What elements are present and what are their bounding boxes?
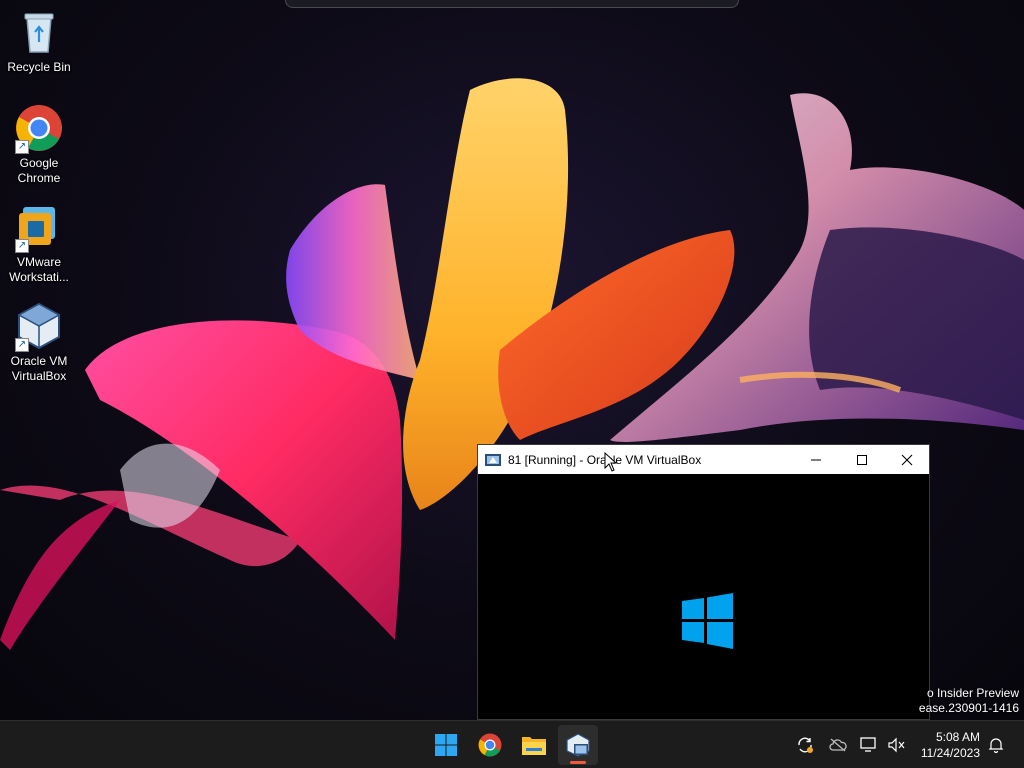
- desktop-icon-label-line1: VMware: [16, 255, 61, 269]
- window-titlebar[interactable]: 81 [Running] - Oracle VM VirtualBox: [478, 445, 929, 474]
- desktop-icon-label-line1: Oracle VM: [10, 354, 68, 368]
- chrome-icon: ↗: [15, 104, 63, 154]
- clock-time: 5:08 AM: [935, 730, 980, 744]
- windows-logo-icon: [682, 593, 733, 649]
- desktop-icon-label-line2: Chrome: [17, 171, 61, 185]
- maximize-button[interactable]: [839, 445, 885, 474]
- desktop-icon-label: Recycle Bin: [7, 60, 71, 74]
- recycle-bin-icon: [15, 8, 63, 56]
- taskbar-chrome-button[interactable]: [470, 725, 510, 765]
- onedrive-offline-icon[interactable]: [829, 736, 847, 754]
- virtualbox-vm-icon: [566, 733, 590, 757]
- build-watermark-line1: o Insider Preview: [926, 686, 1019, 700]
- virtualbox-vm-icon: [485, 453, 501, 466]
- shortcut-arrow-icon: ↗: [15, 338, 29, 352]
- close-button[interactable]: [884, 445, 930, 474]
- taskbar-virtualbox-vm-button[interactable]: [558, 725, 598, 765]
- desktop-icon-label-line1: Google: [19, 156, 59, 170]
- desktop-icon-oracle-vm-virtualbox[interactable]: ↗ Oracle VM VirtualBox: [2, 302, 76, 384]
- clock[interactable]: 5:08 AM 11/24/2023: [910, 729, 980, 761]
- desktop-icon-recycle-bin[interactable]: Recycle Bin: [2, 8, 76, 75]
- shortcut-arrow-icon: ↗: [15, 239, 29, 253]
- desktop-icon-google-chrome[interactable]: ↗ Google Chrome: [2, 104, 76, 186]
- close-icon: [901, 454, 913, 465]
- volume-muted-icon[interactable]: [887, 736, 905, 754]
- maximize-icon: [857, 454, 867, 465]
- windows-start-icon: [435, 734, 457, 756]
- desktop-icon-vmware-workstation[interactable]: ↗ VMware Workstati...: [2, 203, 76, 285]
- virtualbox-icon: ↗: [15, 302, 63, 352]
- network-icon[interactable]: [860, 736, 878, 754]
- folder-icon: [522, 737, 546, 755]
- desktop-icon-label-line2: Workstati...: [9, 270, 69, 284]
- minimize-button[interactable]: [793, 445, 839, 474]
- start-button[interactable]: [426, 725, 466, 765]
- sync-icon[interactable]: [796, 736, 814, 754]
- clock-date: 11/24/2023: [920, 746, 980, 760]
- build-watermark-line2: ease.230901-1416: [918, 701, 1019, 715]
- taskbar: 5:08 AM 11/24/2023: [0, 720, 1024, 768]
- vmware-icon: ↗: [15, 203, 63, 253]
- search-bar-edge[interactable]: [285, 0, 739, 8]
- vm-display[interactable]: [478, 474, 929, 719]
- mouse-cursor-icon: [604, 452, 618, 472]
- minimize-icon: [811, 459, 821, 460]
- notification-bell-icon[interactable]: [987, 736, 1005, 754]
- active-app-indicator: [570, 761, 586, 764]
- taskbar-file-explorer-button[interactable]: [514, 725, 554, 765]
- desktop-icon-label-line2: VirtualBox: [11, 369, 67, 383]
- chrome-icon: [478, 733, 502, 757]
- virtualbox-vm-window[interactable]: 81 [Running] - Oracle VM VirtualBox: [477, 444, 930, 720]
- shortcut-arrow-icon: ↗: [15, 140, 29, 154]
